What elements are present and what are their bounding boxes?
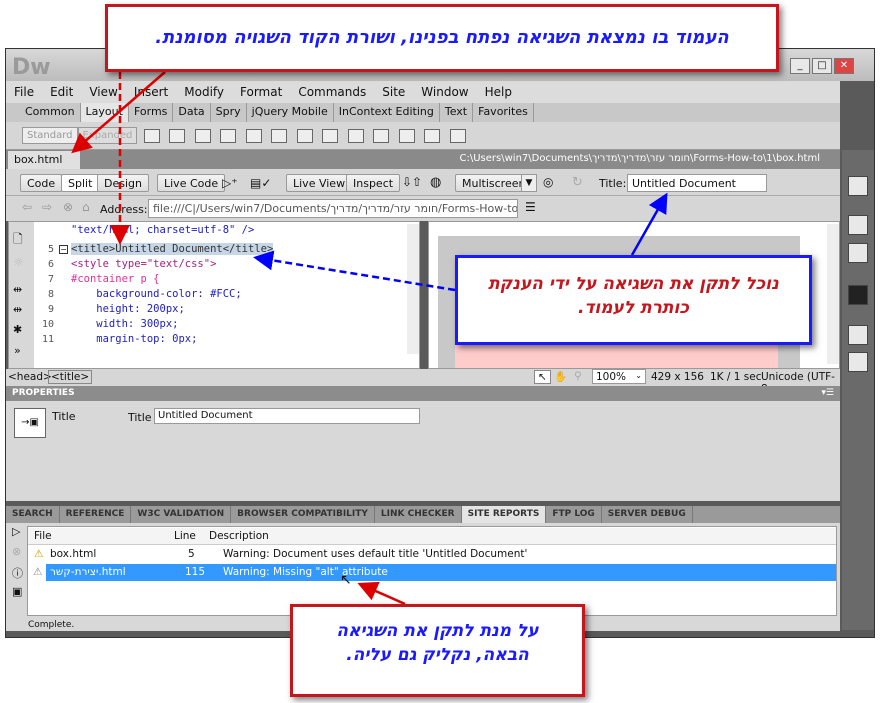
arrow-to-title-field	[630, 192, 668, 256]
arrow-to-row	[357, 581, 406, 606]
callout-middle: נוכל לתקן את השגיאה על ידי הענקת כותרת ל…	[455, 255, 812, 345]
mouse-cursor-icon: ↖	[340, 572, 352, 588]
arrow-to-title-tag	[253, 250, 456, 292]
annotation-arrows	[71, 71, 668, 606]
callout-top: העמוד בו נמצאת השגיאה נפתח בפנינו, ושורת…	[105, 4, 779, 72]
callout-bottom: על מנת לתקן את השגיאה הבאה, נקליק גם עלי…	[290, 604, 585, 697]
